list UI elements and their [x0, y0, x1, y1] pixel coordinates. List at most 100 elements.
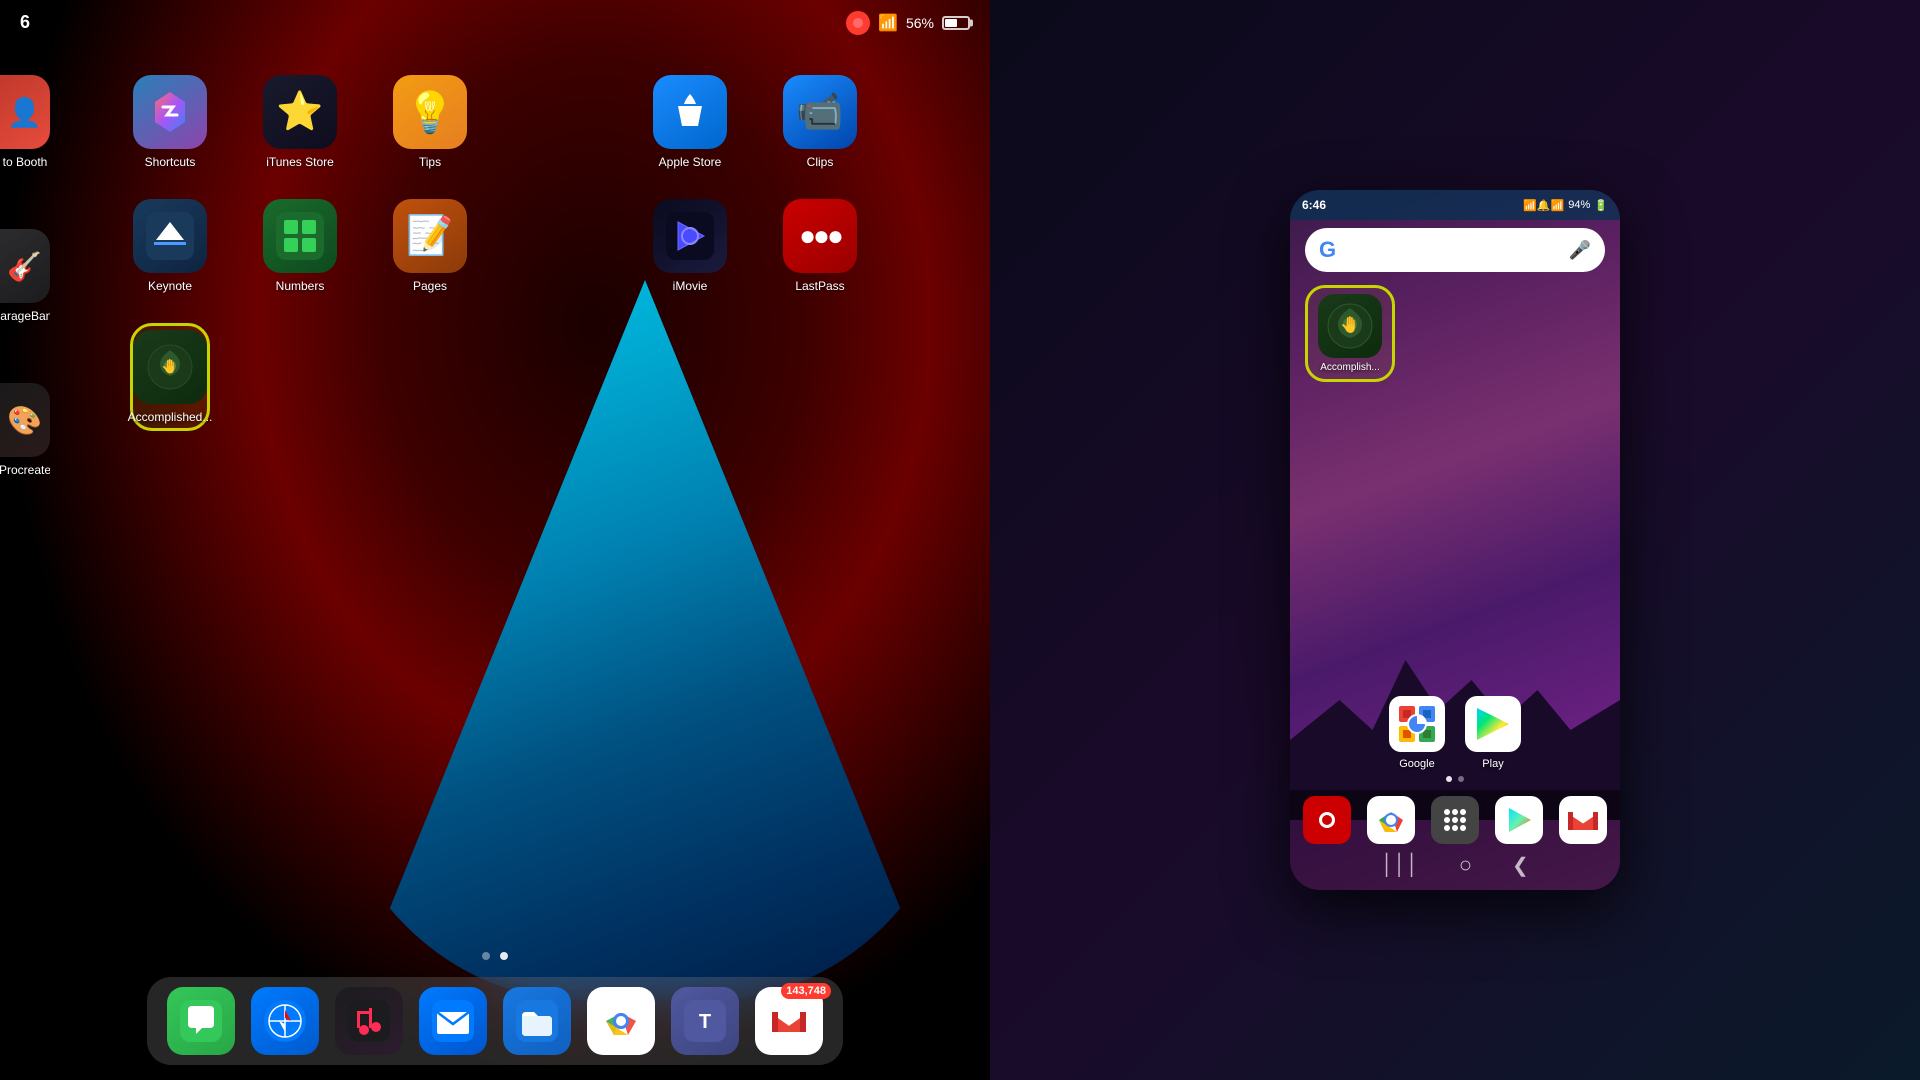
google-icon	[1389, 696, 1445, 752]
phone-screen: 6:46 📶🔔📶 94% 🔋 G 🎤	[1290, 190, 1620, 890]
android-google-app[interactable]: Google	[1389, 696, 1445, 770]
phone-dock-icons	[1303, 796, 1607, 844]
dock-safari-wrap	[251, 987, 319, 1055]
tips-label: Tips	[419, 155, 441, 169]
phone-battery: 94%	[1568, 199, 1590, 211]
mic-icon[interactable]: 🎤	[1569, 240, 1591, 261]
accomplished-label: Accomplished...	[128, 410, 213, 424]
apple-store-label: Apple Store	[659, 155, 722, 169]
svg-text:🤚: 🤚	[1340, 315, 1360, 334]
battery-pct: 56%	[906, 15, 934, 31]
nav-recents[interactable]: │││	[1381, 854, 1419, 877]
dock-messages-wrap	[167, 987, 235, 1055]
dock-chrome-android[interactable]	[1367, 796, 1415, 844]
app-row-3: 🤚 Accomplished...	[130, 323, 950, 431]
dock-gmail-wrap: 143,748	[755, 987, 823, 1055]
phone-status-bar: 6:46 📶🔔📶 94% 🔋	[1290, 190, 1620, 220]
dock-safari[interactable]	[251, 987, 319, 1055]
page-dot-1[interactable]	[482, 952, 490, 960]
app-apple-store[interactable]: Apple Store	[650, 75, 730, 169]
itunes-label: iTunes Store	[266, 155, 334, 169]
app-lastpass[interactable]: ●●● LastPass	[780, 199, 860, 293]
dock-mail[interactable]	[419, 987, 487, 1055]
accomplished-app-android[interactable]: 🤚 Accomplish...	[1305, 285, 1395, 382]
clips-icon: 📹	[783, 75, 857, 149]
nav-back[interactable]: ❮	[1512, 853, 1529, 878]
apple-store-icon	[653, 75, 727, 149]
battery-fill	[945, 19, 957, 27]
google-label: Google	[1399, 758, 1434, 770]
app-accomplished[interactable]: 🤚 Accomplished...	[130, 323, 210, 431]
dock-chrome[interactable]	[587, 987, 655, 1055]
phone-page-dots	[1446, 776, 1464, 782]
lastpass-icon: ●●●	[783, 199, 857, 273]
imovie-icon	[653, 199, 727, 273]
record-inner	[853, 18, 863, 28]
accomplished-icon-android: 🤚	[1318, 294, 1382, 358]
shortcuts-icon	[133, 75, 207, 149]
phone-dot-2[interactable]	[1458, 776, 1464, 782]
itunes-icon: ⭐	[263, 75, 337, 149]
dock-teams[interactable]: T	[671, 987, 739, 1055]
dock-files-wrap	[503, 987, 571, 1055]
accomplished-label-android: Accomplish...	[1320, 362, 1379, 373]
nav-home[interactable]: ○	[1459, 852, 1472, 878]
dock-messages[interactable]	[167, 987, 235, 1055]
battery-icon	[942, 16, 970, 30]
play-label: Play	[1482, 758, 1503, 770]
pages-icon: 📝	[393, 199, 467, 273]
play-icon	[1465, 696, 1521, 752]
wifi-icon: 📶	[878, 13, 898, 33]
app-shortcuts[interactable]: Shortcuts	[130, 75, 210, 169]
app-clips[interactable]: 📹 Clips	[780, 75, 860, 169]
dock: T 143,748	[147, 977, 843, 1065]
keynote-icon	[133, 199, 207, 273]
shortcuts-label: Shortcuts	[145, 155, 196, 169]
page-dot-2[interactable]	[500, 952, 508, 960]
phone-battery-icon: 🔋	[1594, 199, 1608, 212]
search-input[interactable]	[1346, 228, 1558, 272]
lastpass-label: LastPass	[795, 279, 844, 293]
app-imovie[interactable]: iMovie	[650, 199, 730, 293]
gmail-badge: 143,748	[781, 983, 831, 999]
google-search-bar[interactable]: G 🎤	[1305, 228, 1605, 272]
app-pages[interactable]: 📝 Pages	[390, 199, 470, 293]
phone-dot-1[interactable]	[1446, 776, 1452, 782]
dock-teams-wrap: T	[671, 987, 739, 1055]
app-row-1: Shortcuts ⭐ iTunes Store 💡 Tips	[130, 75, 950, 169]
dock-mail-wrap	[419, 987, 487, 1055]
app-tips[interactable]: 💡 Tips	[390, 75, 470, 169]
phone-bottom-apps: Google	[1305, 696, 1605, 770]
accomplished-icon: 🤚	[133, 330, 207, 404]
phone-nav-bar: │││ ○ ❮	[1381, 852, 1529, 878]
numbers-label: Numbers	[276, 279, 325, 293]
svg-text:🤚: 🤚	[161, 358, 178, 374]
phone-icons: 📶🔔📶	[1523, 199, 1564, 212]
tips-icon: 💡	[393, 75, 467, 149]
dock-apps-grid[interactable]	[1431, 796, 1479, 844]
clips-label: Clips	[807, 155, 834, 169]
app-grid: Shortcuts ⭐ iTunes Store 💡 Tips	[0, 55, 990, 481]
page-dots	[482, 952, 508, 960]
dock-play-android[interactable]	[1495, 796, 1543, 844]
svg-text:T: T	[699, 1011, 711, 1033]
record-button[interactable]	[846, 11, 870, 35]
dock-record[interactable]	[1303, 796, 1351, 844]
app-numbers[interactable]: Numbers	[260, 199, 340, 293]
phone-time: 6:46	[1302, 198, 1326, 212]
dock-music-wrap	[335, 987, 403, 1055]
android-play-app[interactable]: Play	[1465, 696, 1521, 770]
dock-chrome-wrap	[587, 987, 655, 1055]
time-display: 6	[20, 12, 30, 33]
app-keynote[interactable]: Keynote	[130, 199, 210, 293]
numbers-icon	[263, 199, 337, 273]
app-itunes[interactable]: ⭐ iTunes Store	[260, 75, 340, 169]
dock-music[interactable]	[335, 987, 403, 1055]
phone-frame: 6:46 📶🔔📶 94% 🔋 G 🎤	[1290, 190, 1620, 890]
pages-label: Pages	[413, 279, 447, 293]
google-logo: G	[1319, 237, 1336, 263]
dock-gmail-android[interactable]	[1559, 796, 1607, 844]
phone-dock: │││ ○ ❮	[1290, 790, 1620, 890]
dock-files[interactable]	[503, 987, 571, 1055]
app-row-2: Keynote Numbers 📝	[130, 199, 950, 293]
